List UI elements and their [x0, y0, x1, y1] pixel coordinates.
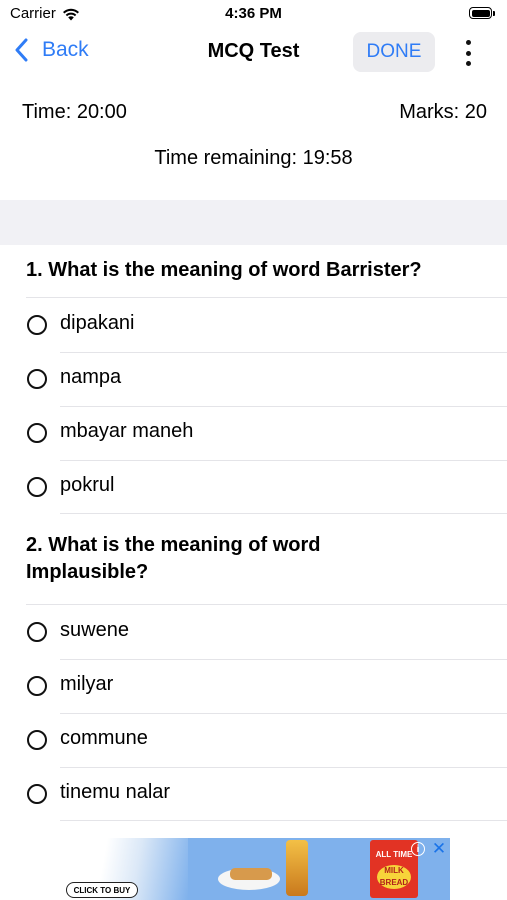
- option-row[interactable]: tinemu nalar: [0, 767, 507, 821]
- radio-button[interactable]: [27, 622, 47, 642]
- option-label: suwene: [60, 619, 129, 641]
- option-label: pokrul: [60, 474, 115, 496]
- radio-button[interactable]: [27, 676, 47, 696]
- question-2-options: suwene milyar commune tinemu nalar: [0, 605, 507, 821]
- ad-cta-button[interactable]: CLICK TO BUY: [66, 882, 138, 898]
- question-2: 2. What is the meaning of word Implausib…: [0, 532, 507, 586]
- option-row[interactable]: nampa: [0, 352, 507, 406]
- radio-button[interactable]: [27, 477, 47, 497]
- radio-button[interactable]: [27, 784, 47, 804]
- question-1-options: dipakani nampa mbayar maneh pokrul: [0, 298, 507, 514]
- bread-image: [230, 868, 272, 880]
- question-1: 1. What is the meaning of word Barrister…: [0, 257, 507, 284]
- back-button[interactable]: Back: [14, 38, 89, 62]
- option-row[interactable]: pokrul: [0, 460, 507, 514]
- ad-info-icon[interactable]: i: [411, 842, 425, 856]
- option-label: tinemu nalar: [60, 781, 171, 803]
- question-title: 2. What is the meaning of word Implausib…: [26, 534, 321, 583]
- ad-close-icon[interactable]: ✕: [430, 840, 448, 858]
- option-row[interactable]: commune: [0, 713, 507, 767]
- done-button[interactable]: DONE: [353, 32, 435, 72]
- radio-button[interactable]: [27, 369, 47, 389]
- brand-badge: MILK BREAD: [377, 865, 411, 889]
- radio-button[interactable]: [27, 423, 47, 443]
- option-label: milyar: [60, 673, 114, 695]
- question-title: 1. What is the meaning of word Barrister…: [26, 259, 422, 281]
- option-row[interactable]: dipakani: [0, 298, 507, 352]
- divider: [60, 820, 507, 821]
- chevron-left-icon: [15, 38, 28, 62]
- total-time-label: Time: 20:00: [22, 101, 127, 123]
- marks-label: Marks: 20: [399, 101, 487, 123]
- divider: [60, 513, 507, 514]
- navigation-bar: Back MCQ Test DONE: [0, 30, 507, 76]
- radio-button[interactable]: [27, 315, 47, 335]
- status-bar: Carrier 4:36 PM: [0, 0, 507, 30]
- option-label: dipakani: [60, 312, 135, 334]
- option-label: commune: [60, 727, 148, 749]
- battery-icon: [469, 6, 497, 20]
- ad-banner[interactable]: CLICK TO BUY ALL TIME MILK BREAD i ✕: [58, 838, 450, 900]
- time-remaining-label: Time remaining: 19:58: [154, 147, 353, 169]
- status-time: 4:36 PM: [225, 5, 282, 22]
- back-label: Back: [42, 38, 89, 61]
- bread-pack-image: [286, 840, 308, 896]
- section-divider: [0, 200, 507, 245]
- option-row[interactable]: milyar: [0, 659, 507, 713]
- option-label: nampa: [60, 366, 122, 388]
- more-options-icon[interactable]: [458, 38, 478, 68]
- option-label: mbayar maneh: [60, 420, 194, 442]
- option-row[interactable]: suwene: [0, 605, 507, 659]
- radio-button[interactable]: [27, 730, 47, 750]
- option-row[interactable]: mbayar maneh: [0, 406, 507, 460]
